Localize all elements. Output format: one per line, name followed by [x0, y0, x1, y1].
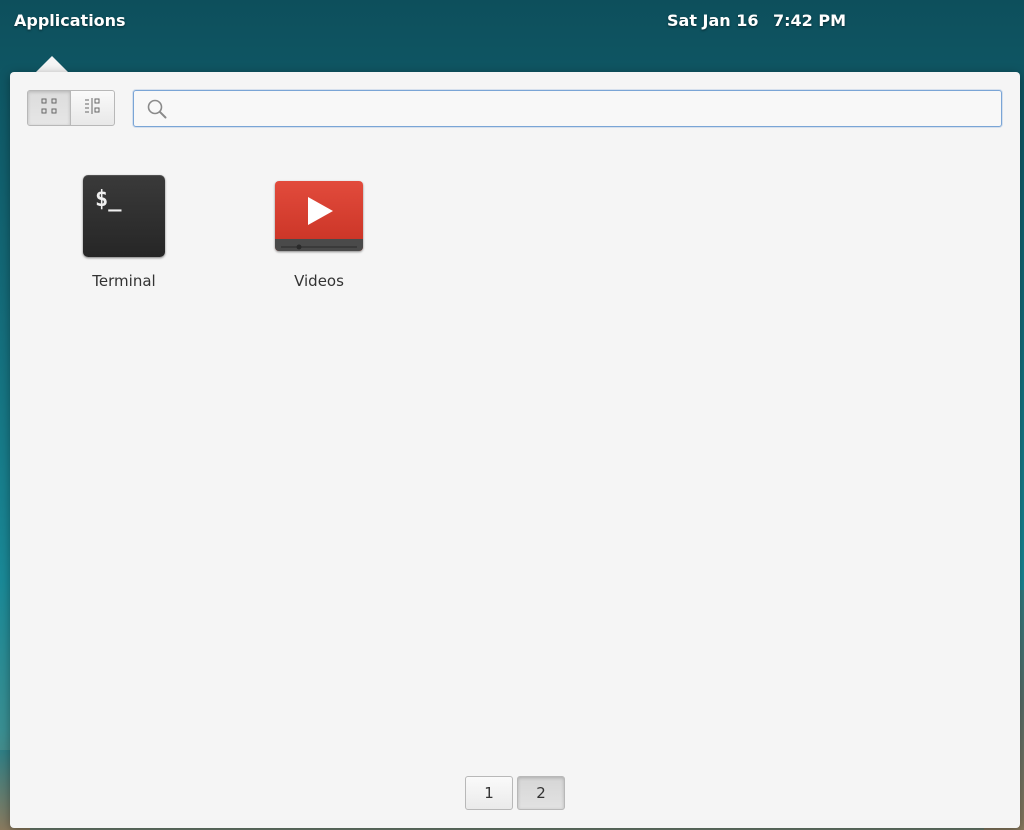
- videos-icon-seekbar: [275, 239, 363, 251]
- category-view-button[interactable]: [71, 91, 114, 125]
- videos-icon-wrap: [249, 172, 389, 260]
- panel-time[interactable]: 7:42 PM: [773, 11, 846, 30]
- page-switcher: 1 2: [465, 776, 565, 810]
- popover-arrow: [36, 56, 68, 72]
- terminal-icon: $_: [83, 175, 165, 257]
- app-label-terminal: Terminal: [92, 272, 156, 290]
- grid-view-button[interactable]: [28, 91, 72, 125]
- search-field[interactable]: [133, 90, 1002, 127]
- search-icon: [146, 98, 168, 124]
- videos-icon: [275, 181, 363, 251]
- app-videos[interactable]: Videos: [249, 172, 389, 290]
- panel-date[interactable]: Sat Jan 16: [667, 11, 759, 30]
- app-terminal[interactable]: $_ Terminal: [54, 172, 194, 290]
- category-list-icon: [83, 97, 103, 119]
- top-panel: Applications Sat Jan 16 7:42 PM: [0, 0, 1024, 42]
- view-mode-toggle: [27, 90, 115, 126]
- grid-icon: [40, 97, 58, 119]
- page-2-button[interactable]: 2: [517, 776, 565, 810]
- app-label-videos: Videos: [294, 272, 344, 290]
- search-input[interactable]: [174, 91, 994, 126]
- terminal-icon-wrap: $_: [54, 172, 194, 260]
- page-1-button[interactable]: 1: [465, 776, 513, 810]
- applications-menu-button[interactable]: Applications: [14, 11, 126, 30]
- applications-launcher: $_ Terminal Videos 1 2: [10, 72, 1020, 828]
- terminal-icon-prompt: $_: [95, 187, 122, 212]
